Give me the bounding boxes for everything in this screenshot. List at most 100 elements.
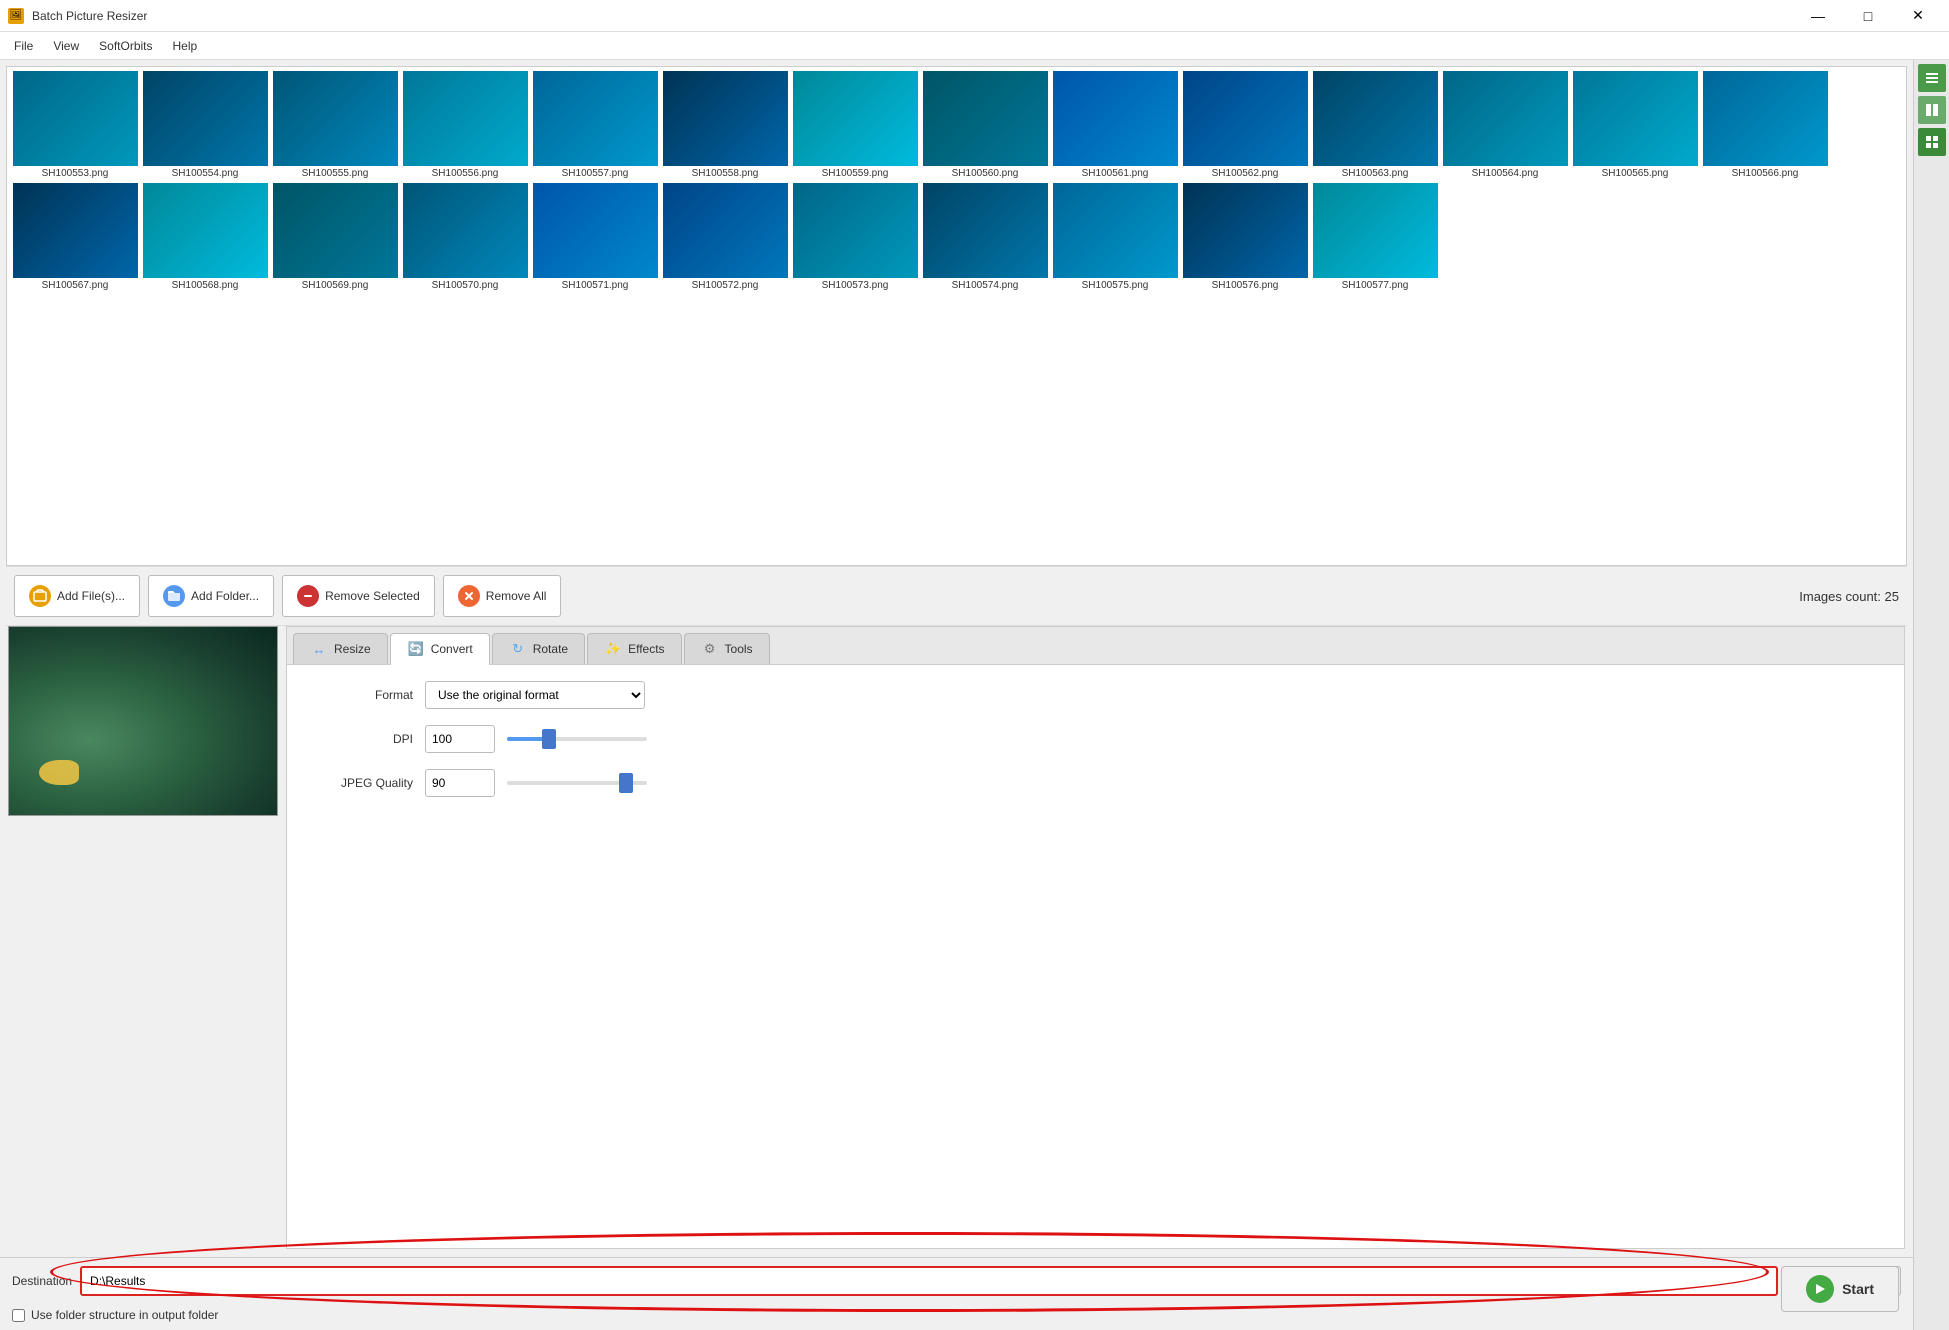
maximize-button[interactable]: □ [1845, 0, 1891, 32]
tab-tools[interactable]: ⚙ Tools [684, 633, 770, 664]
thumb-label: SH100571.png [531, 278, 659, 293]
folder-structure-label: Use folder structure in output folder [31, 1308, 218, 1322]
start-button[interactable]: Start [1781, 1266, 1899, 1312]
list-item[interactable]: SH100561.png [1051, 71, 1179, 181]
dpi-input[interactable] [425, 725, 495, 753]
tab-effects-label: Effects [628, 642, 664, 656]
right-sidebar [1913, 60, 1949, 1330]
remove-all-button[interactable]: Remove All [443, 575, 562, 617]
tab-rotate[interactable]: ↻ Rotate [492, 633, 585, 664]
list-item[interactable]: SH100567.png [11, 183, 139, 293]
rotate-icon: ↻ [509, 640, 527, 658]
menu-help[interactable]: Help [163, 35, 208, 57]
jpeg-input[interactable] [425, 769, 495, 797]
list-item[interactable]: SH100572.png [661, 183, 789, 293]
list-item[interactable]: SH100557.png [531, 71, 659, 181]
thumb-label: SH100555.png [271, 166, 399, 181]
tab-resize[interactable]: ↔ Resize [293, 633, 388, 664]
dpi-row: DPI [303, 725, 1888, 753]
images-count: Images count: 25 [1799, 589, 1899, 604]
app-icon: 🖼 [8, 8, 24, 24]
list-item[interactable]: SH100562.png [1181, 71, 1309, 181]
list-item[interactable]: SH100569.png [271, 183, 399, 293]
list-item[interactable]: SH100553.png [11, 71, 139, 181]
thumb-label: SH100568.png [141, 278, 269, 293]
jpeg-slider-thumb[interactable] [619, 773, 633, 793]
start-label: Start [1842, 1281, 1874, 1297]
title-bar: 🖼 Batch Picture Resizer — □ ✕ [0, 0, 1949, 32]
resize-icon: ↔ [310, 640, 328, 658]
tab-resize-label: Resize [334, 642, 371, 656]
menu-file[interactable]: File [4, 35, 43, 57]
title-bar-left: 🖼 Batch Picture Resizer [8, 8, 147, 24]
thumb-label: SH100567.png [11, 278, 139, 293]
remove-selected-button[interactable]: Remove Selected [282, 575, 435, 617]
list-item[interactable]: SH100573.png [791, 183, 919, 293]
list-item[interactable]: SH100576.png [1181, 183, 1309, 293]
list-item[interactable]: SH100556.png [401, 71, 529, 181]
list-item[interactable]: SH100575.png [1051, 183, 1179, 293]
destination-input[interactable] [80, 1266, 1778, 1296]
list-item[interactable]: SH100568.png [141, 183, 269, 293]
list-item[interactable]: SH100570.png [401, 183, 529, 293]
thumb-label: SH100576.png [1181, 278, 1309, 293]
jpeg-slider-track[interactable] [507, 781, 647, 785]
list-item[interactable]: SH100565.png [1571, 71, 1699, 181]
list-item[interactable]: SH100559.png [791, 71, 919, 181]
thumb-label: SH100563.png [1311, 166, 1439, 181]
add-files-icon [29, 585, 51, 607]
jpeg-row: JPEG Quality [303, 769, 1888, 797]
list-item[interactable]: SH100560.png [921, 71, 1049, 181]
destination-bar: Destination 📂 Options [0, 1257, 1913, 1304]
thumbnail-grid: SH100553.png SH100554.png SH100555.png S… [6, 66, 1907, 566]
list-item[interactable]: SH100554.png [141, 71, 269, 181]
list-item[interactable]: SH100577.png [1311, 183, 1439, 293]
dpi-slider-thumb[interactable] [542, 729, 556, 749]
thumb-label: SH100577.png [1311, 278, 1439, 293]
dpi-slider-track[interactable] [507, 737, 647, 741]
add-folder-button[interactable]: Add Folder... [148, 575, 274, 617]
list-item[interactable]: SH100571.png [531, 183, 659, 293]
app-title: Batch Picture Resizer [32, 9, 147, 23]
list-item[interactable]: SH100555.png [271, 71, 399, 181]
preview-fish [39, 760, 79, 785]
add-files-button[interactable]: Add File(s)... [14, 575, 140, 617]
settings-content: Format Use the original format JPEG PNG … [287, 665, 1904, 829]
add-folder-icon [163, 585, 185, 607]
close-button[interactable]: ✕ [1895, 0, 1941, 32]
tab-convert[interactable]: 🔄 Convert [390, 633, 490, 665]
list-item[interactable]: SH100566.png [1701, 71, 1829, 181]
bottom-section: ↔ Resize 🔄 Convert ↻ Rotate ✨ [0, 626, 1913, 1257]
format-select[interactable]: Use the original format JPEG PNG BMP TIF… [425, 681, 645, 709]
list-item[interactable]: SH100574.png [921, 183, 1049, 293]
thumb-label: SH100569.png [271, 278, 399, 293]
folder-structure-checkbox[interactable] [12, 1309, 25, 1322]
detail-view-icon[interactable] [1918, 96, 1946, 124]
jpeg-label: JPEG Quality [303, 776, 413, 790]
destination-label: Destination [12, 1274, 72, 1288]
thumb-label: SH100575.png [1051, 278, 1179, 293]
add-folder-label: Add Folder... [191, 589, 259, 603]
list-item[interactable]: SH100564.png [1441, 71, 1569, 181]
minimize-button[interactable]: — [1795, 0, 1841, 32]
grid-view-icon[interactable] [1918, 128, 1946, 156]
dpi-label: DPI [303, 732, 413, 746]
dpi-slider-container [507, 737, 647, 741]
thumb-label: SH100559.png [791, 166, 919, 181]
list-item[interactable]: SH100563.png [1311, 71, 1439, 181]
menu-softorbits[interactable]: SoftOrbits [89, 35, 162, 57]
thumb-label: SH100556.png [401, 166, 529, 181]
remove-all-label: Remove All [486, 589, 547, 603]
thumb-label: SH100560.png [921, 166, 1049, 181]
tab-effects[interactable]: ✨ Effects [587, 633, 681, 664]
menu-view[interactable]: View [43, 35, 89, 57]
list-item[interactable]: SH100558.png [661, 71, 789, 181]
app-window: 🖼 Batch Picture Resizer — □ ✕ File View … [0, 0, 1949, 1330]
thumb-label: SH100565.png [1571, 166, 1699, 181]
list-view-icon[interactable] [1918, 64, 1946, 92]
jpeg-slider-container [507, 781, 647, 785]
window-controls: — □ ✕ [1795, 0, 1941, 32]
add-files-label: Add File(s)... [57, 589, 125, 603]
menu-bar: File View SoftOrbits Help [0, 32, 1949, 60]
start-icon [1806, 1275, 1834, 1303]
